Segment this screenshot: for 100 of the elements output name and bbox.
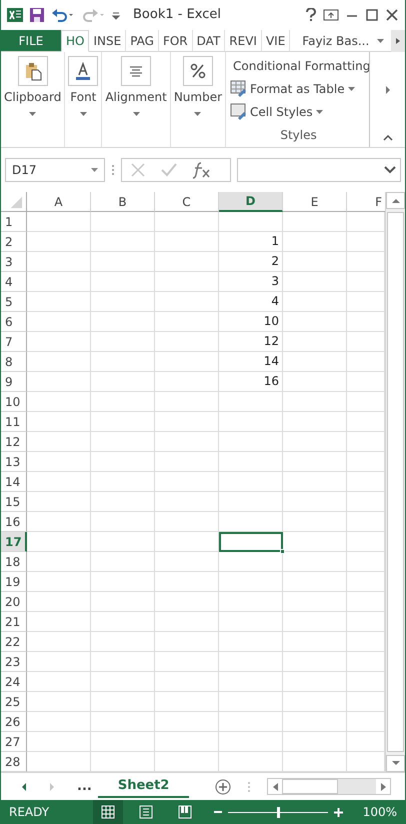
table-cell[interactable]: 4 xyxy=(219,292,283,312)
table-cell[interactable] xyxy=(91,292,155,312)
table-cell[interactable] xyxy=(283,472,347,492)
row-header[interactable]: 7 xyxy=(1,332,27,352)
left-arrow-icon[interactable] xyxy=(272,782,278,790)
table-cell[interactable] xyxy=(283,672,347,692)
scroll-right-icon[interactable] xyxy=(391,30,405,52)
enter-icon[interactable] xyxy=(160,162,178,178)
table-cell[interactable] xyxy=(283,292,347,312)
table-cell[interactable] xyxy=(155,612,219,632)
horizontal-scrollbar[interactable] xyxy=(267,778,392,795)
column-header[interactable]: C xyxy=(155,192,219,212)
table-cell[interactable] xyxy=(283,632,347,652)
table-cell[interactable] xyxy=(283,732,347,752)
table-cell[interactable] xyxy=(283,212,347,232)
table-cell[interactable] xyxy=(27,552,91,572)
row-header[interactable]: 5 xyxy=(1,292,27,312)
table-cell[interactable] xyxy=(155,232,219,252)
row-header[interactable]: 24 xyxy=(1,672,27,692)
row-header[interactable]: 28 xyxy=(1,752,27,772)
table-cell[interactable] xyxy=(283,592,347,612)
row-header[interactable]: 18 xyxy=(1,552,27,572)
table-cell[interactable] xyxy=(155,492,219,512)
table-cell[interactable] xyxy=(27,272,91,292)
table-cell[interactable] xyxy=(27,452,91,472)
table-cell[interactable] xyxy=(219,432,283,452)
expand-icon[interactable] xyxy=(384,166,396,174)
table-cell[interactable] xyxy=(155,712,219,732)
column-header[interactable]: B xyxy=(91,192,155,212)
scroll-up-button[interactable] xyxy=(386,192,405,209)
table-cell[interactable] xyxy=(91,712,155,732)
table-cell[interactable] xyxy=(283,492,347,512)
table-cell[interactable] xyxy=(219,212,283,232)
table-cell[interactable] xyxy=(27,472,91,492)
collapse-ribbon-icon[interactable] xyxy=(382,135,393,141)
column-header[interactable]: A xyxy=(27,192,91,212)
excel-logo-icon[interactable] xyxy=(7,7,23,23)
table-cell[interactable] xyxy=(283,552,347,572)
table-cell[interactable] xyxy=(155,392,219,412)
scroll-right-icon[interactable] xyxy=(384,86,391,94)
table-cell[interactable] xyxy=(283,232,347,252)
table-cell[interactable] xyxy=(155,652,219,672)
table-cell[interactable] xyxy=(155,352,219,372)
row-header[interactable]: 4 xyxy=(1,272,27,292)
table-cell[interactable] xyxy=(27,412,91,432)
table-cell[interactable] xyxy=(27,512,91,532)
table-cell[interactable] xyxy=(27,312,91,332)
table-cell[interactable] xyxy=(219,732,283,752)
table-cell[interactable] xyxy=(155,332,219,352)
table-cell[interactable] xyxy=(27,612,91,632)
table-cell[interactable] xyxy=(219,592,283,612)
table-cell[interactable] xyxy=(91,212,155,232)
table-cell[interactable] xyxy=(91,652,155,672)
table-cell[interactable] xyxy=(155,212,219,232)
table-command[interactable]: Format as Table xyxy=(228,77,370,100)
table-cell[interactable] xyxy=(283,712,347,732)
row-header[interactable]: 23 xyxy=(1,652,27,672)
table-cell[interactable] xyxy=(91,412,155,432)
column-header[interactable]: D xyxy=(219,192,283,212)
table-cell[interactable] xyxy=(219,612,283,632)
row-header[interactable]: 3 xyxy=(1,252,27,272)
view-button[interactable] xyxy=(93,800,124,824)
table-cell[interactable] xyxy=(91,252,155,272)
zoom-out-icon[interactable] xyxy=(214,808,222,816)
redo-icon[interactable] xyxy=(81,7,105,23)
table-cell[interactable] xyxy=(155,412,219,432)
table-cell[interactable] xyxy=(283,332,347,352)
table-cell[interactable] xyxy=(91,392,155,412)
table-cell[interactable] xyxy=(91,752,155,772)
table-cell[interactable] xyxy=(27,692,91,712)
table-cell[interactable] xyxy=(219,672,283,692)
row-header[interactable]: 8 xyxy=(1,352,27,372)
table-cell[interactable] xyxy=(283,752,347,772)
row-header[interactable]: 21 xyxy=(1,612,27,632)
table-cell[interactable] xyxy=(155,552,219,572)
table-cell[interactable] xyxy=(91,492,155,512)
table-cell[interactable] xyxy=(283,352,347,372)
formula-field[interactable] xyxy=(237,158,401,182)
table-cell[interactable] xyxy=(155,512,219,532)
table-cell[interactable] xyxy=(283,572,347,592)
row-header[interactable]: 27 xyxy=(1,732,27,752)
row-header[interactable]: 1 xyxy=(1,212,27,232)
save-icon[interactable] xyxy=(29,7,45,23)
table-cell[interactable] xyxy=(155,692,219,712)
table-cell[interactable] xyxy=(27,572,91,592)
table-cell[interactable] xyxy=(155,592,219,612)
table-cell[interactable] xyxy=(219,412,283,432)
fill-handle[interactable] xyxy=(280,549,285,554)
maximize-icon[interactable] xyxy=(365,8,379,22)
table-cell[interactable] xyxy=(91,572,155,592)
right-arrow-icon[interactable] xyxy=(380,782,386,790)
table-cell[interactable] xyxy=(27,432,91,452)
table-cell[interactable] xyxy=(219,632,283,652)
row-header[interactable]: 15 xyxy=(1,492,27,512)
row-header[interactable]: 10 xyxy=(1,392,27,412)
table-cell[interactable] xyxy=(91,672,155,692)
table-cell[interactable] xyxy=(155,292,219,312)
ribbon-display-icon[interactable] xyxy=(323,8,339,22)
table-cell[interactable]: 12 xyxy=(219,332,283,352)
table-cell[interactable] xyxy=(283,432,347,452)
